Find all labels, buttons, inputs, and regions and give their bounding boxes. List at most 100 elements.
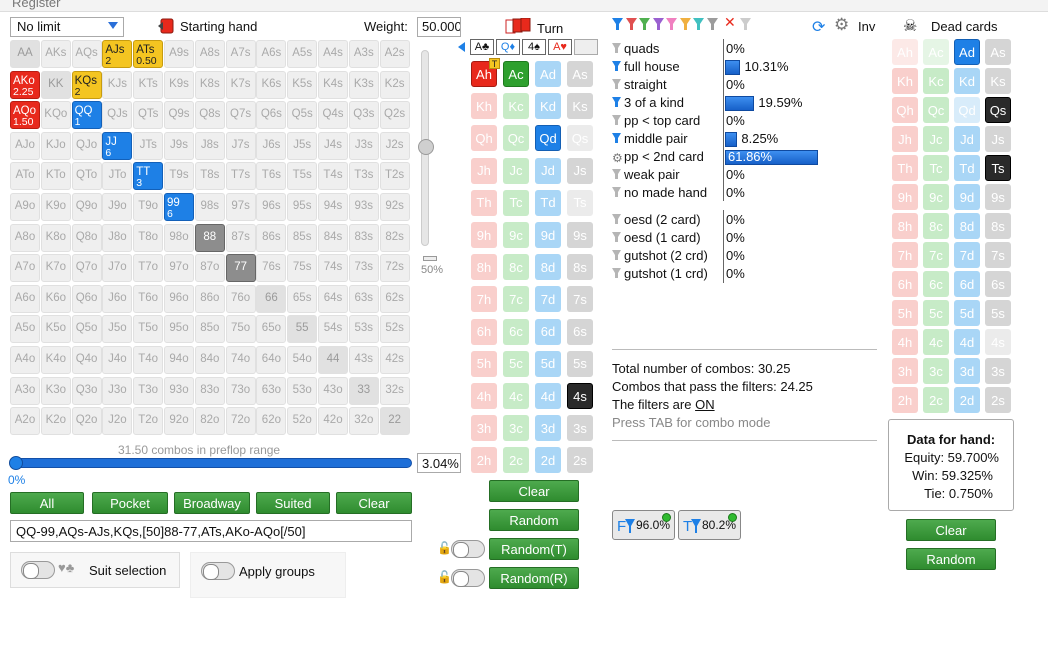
dead-card[interactable]: Qd: [954, 97, 980, 123]
hand-cell[interactable]: 74s: [318, 254, 348, 283]
dead-card[interactable]: As: [985, 39, 1011, 65]
stat-row[interactable]: quads 0%: [612, 41, 745, 56]
hand-cell[interactable]: J8o: [102, 223, 133, 252]
hand-cell[interactable]: A6o: [10, 284, 40, 313]
hand-cell[interactable]: JTo: [102, 162, 133, 191]
dead-card[interactable]: 8c: [923, 213, 949, 239]
turn-card[interactable]: 8s: [567, 254, 593, 281]
turn-card[interactable]: 4c: [503, 383, 529, 409]
turn-card[interactable]: Qs: [567, 125, 593, 152]
filter-icon[interactable]: [639, 17, 650, 34]
dead-card[interactable]: 6h: [892, 271, 918, 297]
lock-icon[interactable]: 🔓: [437, 541, 452, 555]
turn-card[interactable]: Jh: [471, 157, 497, 184]
filter-icon[interactable]: [612, 213, 621, 225]
hand-cell[interactable]: Q5s: [287, 101, 318, 130]
dead-card[interactable]: Ks: [985, 68, 1011, 94]
hand-cell[interactable]: T7s: [225, 162, 256, 191]
dead-card[interactable]: 4h: [892, 329, 918, 355]
dead-card[interactable]: 5s: [985, 300, 1011, 326]
hand-cell[interactable]: QTo: [71, 162, 102, 191]
limit-select[interactable]: No limit: [10, 17, 124, 37]
hand-cell[interactable]: 32o: [348, 407, 379, 436]
hand-cell[interactable]: ATs 0.50: [133, 40, 164, 68]
turn-card[interactable]: 9h: [471, 222, 497, 248]
hand-cell[interactable]: 85o: [194, 315, 225, 344]
hand-cell[interactable]: 87o: [194, 254, 225, 283]
dead-card[interactable]: 7c: [923, 242, 949, 268]
hand-cell[interactable]: 86o: [194, 284, 225, 313]
hand-cell[interactable]: 93s: [348, 193, 379, 221]
turn-card[interactable]: 8c: [503, 254, 529, 281]
draw-row[interactable]: oesd (2 card) 0%: [612, 212, 745, 227]
stat-row[interactable]: full house 10.31%: [612, 59, 789, 75]
lock-icon-2[interactable]: 🔓: [437, 570, 452, 584]
dead-card[interactable]: 5d: [954, 300, 980, 326]
draw-row[interactable]: oesd (1 card) 0%: [612, 230, 745, 245]
dead-card[interactable]: 4c: [923, 329, 949, 355]
hand-cell[interactable]: T5s: [287, 162, 318, 191]
hand-cell[interactable]: K5s: [287, 70, 318, 99]
suit-selection-toggle[interactable]: [21, 561, 55, 579]
hand-cell[interactable]: 66: [256, 284, 287, 313]
hand-cell[interactable]: 75o: [225, 315, 256, 344]
dead-card[interactable]: Ad: [954, 39, 980, 65]
hand-cell[interactable]: 86s: [256, 223, 287, 252]
dead-card[interactable]: Qs: [985, 97, 1011, 123]
hand-cell[interactable]: K8s: [194, 70, 225, 99]
hand-cell[interactable]: J6o: [102, 284, 133, 313]
dead-card[interactable]: 6d: [954, 271, 980, 297]
hand-cell[interactable]: Q6o: [71, 284, 102, 313]
filter-icon[interactable]: [612, 78, 621, 90]
hand-cell[interactable]: 88: [194, 223, 225, 252]
hand-cell[interactable]: KTs: [133, 70, 164, 99]
turn-card[interactable]: Ts: [567, 189, 593, 216]
weight-input[interactable]: 50.000: [417, 17, 461, 37]
clear-filters-icon[interactable]: ✕: [724, 14, 736, 31]
turn-card[interactable]: Js: [567, 157, 593, 184]
hand-cell[interactable]: K3o: [40, 376, 71, 405]
hand-cell[interactable]: 42s: [379, 346, 410, 374]
hand-cell[interactable]: K7s: [225, 70, 256, 99]
draw-row[interactable]: gutshot (2 crd) 0%: [612, 248, 745, 263]
filter-icon[interactable]: [612, 186, 621, 198]
dead-card[interactable]: Js: [985, 126, 1011, 152]
dead-card[interactable]: 3h: [892, 358, 918, 384]
turn-card[interactable]: Kh: [471, 93, 497, 120]
dead-card[interactable]: 7s: [985, 242, 1011, 268]
turn-card[interactable]: Qc: [503, 125, 529, 152]
apply-groups-toggle[interactable]: [201, 562, 235, 580]
turn-card[interactable]: Td: [535, 189, 561, 216]
dead-card[interactable]: Th: [892, 155, 918, 181]
all-button[interactable]: All: [10, 492, 84, 514]
turn-card[interactable]: 7c: [503, 286, 529, 313]
dead-card[interactable]: 7d: [954, 242, 980, 268]
hand-cell[interactable]: 72s: [379, 254, 410, 283]
dead-card[interactable]: Qh: [892, 97, 918, 123]
hand-cell[interactable]: A5o: [10, 315, 40, 344]
hand-cell[interactable]: T6o: [133, 284, 164, 313]
filter-icon[interactable]: [612, 267, 621, 279]
hand-cell[interactable]: T2o: [133, 407, 164, 436]
board-card[interactable]: 4♠: [522, 39, 546, 55]
filter-icon[interactable]: [693, 17, 704, 34]
hand-cell[interactable]: T9s: [164, 162, 194, 191]
hand-cell[interactable]: KK: [40, 70, 71, 99]
dead-card[interactable]: 3s: [985, 358, 1011, 384]
turn-card[interactable]: 8h: [471, 254, 497, 281]
dead-card[interactable]: 4d: [954, 329, 980, 355]
register-menu[interactable]: Register: [12, 0, 60, 10]
hand-cell[interactable]: J3o: [102, 376, 133, 405]
hand-cell[interactable]: 43s: [348, 346, 379, 374]
hand-cell[interactable]: J5s: [287, 131, 318, 160]
gear-icon[interactable]: ⚙: [834, 15, 849, 35]
hand-cell[interactable]: QJo: [71, 131, 102, 160]
hand-cell[interactable]: 94o: [164, 346, 194, 374]
hand-cell[interactable]: K3s: [348, 70, 379, 99]
turn-random-button[interactable]: Random: [489, 509, 579, 531]
hand-cell[interactable]: 65o: [256, 315, 287, 344]
hand-cell[interactable]: Q7o: [71, 254, 102, 283]
hand-cell[interactable]: KTo: [40, 162, 71, 191]
hand-cell[interactable]: 52o: [287, 407, 318, 436]
hand-cell[interactable]: QJs: [102, 101, 133, 130]
